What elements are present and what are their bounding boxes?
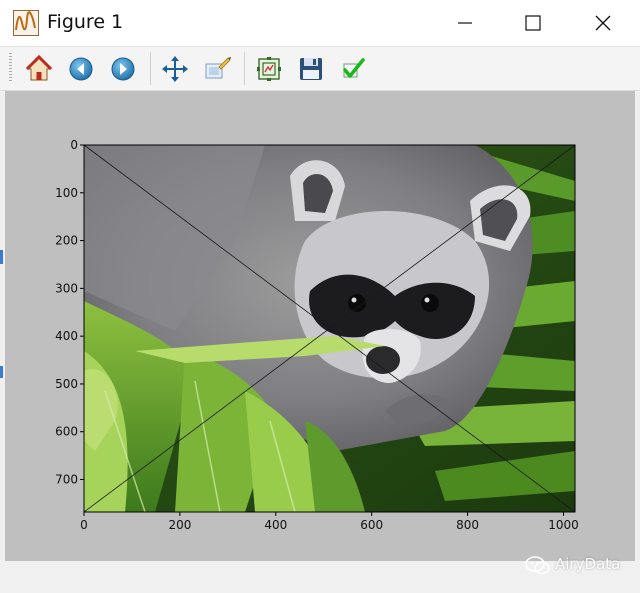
minimize-button[interactable] xyxy=(440,0,490,46)
figure-canvas[interactable]: 0 200 400 600 800 1000 0 100 200 300 400 500 600 700 xyxy=(5,91,635,561)
wechat-icon xyxy=(525,556,550,575)
maximize-icon xyxy=(525,15,541,31)
y-tick-label: 700 xyxy=(55,473,78,487)
x-tick-label: 400 xyxy=(264,518,287,532)
close-icon xyxy=(595,15,611,31)
zoom-button[interactable] xyxy=(202,54,232,84)
image-axes[interactable]: 0 200 400 600 800 1000 0 100 200 300 400 500 600 700 xyxy=(5,91,635,561)
navigation-toolbar xyxy=(0,47,640,91)
floppy-disk-icon xyxy=(300,58,322,80)
subplots-icon xyxy=(257,57,281,81)
move-arrows-icon xyxy=(162,56,188,82)
x-tick-label: 600 xyxy=(360,518,383,532)
y-tick-label: 300 xyxy=(55,281,78,295)
watermark-text: AiryData xyxy=(555,555,621,573)
y-tick-label: 0 xyxy=(70,138,78,152)
matplotlib-app-icon xyxy=(13,10,39,36)
x-tick-label: 800 xyxy=(456,518,479,532)
save-button[interactable] xyxy=(296,54,326,84)
y-tick-label: 600 xyxy=(55,425,78,439)
home-icon xyxy=(25,54,53,81)
window-title: Figure 1 xyxy=(47,11,124,33)
close-button[interactable] xyxy=(578,0,628,46)
y-tick-label: 400 xyxy=(55,329,78,343)
y-tick-label: 100 xyxy=(55,186,78,200)
x-tick-label: 200 xyxy=(168,518,191,532)
y-tick-label: 200 xyxy=(55,234,78,248)
configure-subplots-button[interactable] xyxy=(254,54,284,84)
toolbar-separator xyxy=(150,52,151,85)
back-button[interactable] xyxy=(66,54,96,84)
y-tick-label: 500 xyxy=(55,377,78,391)
maximize-button[interactable] xyxy=(508,0,558,46)
arrow-left-icon xyxy=(69,57,93,81)
edit-parameters-button[interactable] xyxy=(338,54,368,84)
home-button[interactable] xyxy=(24,54,54,84)
checkmark-icon xyxy=(343,58,365,78)
figure-window: Figure 1 0 200 400 600 800 1000 0 100 20… xyxy=(0,0,640,593)
toolbar-separator xyxy=(244,52,245,85)
x-tick-label: 0 xyxy=(80,518,88,532)
forward-button[interactable] xyxy=(108,54,138,84)
zoom-rect-icon xyxy=(205,57,231,79)
minimize-icon xyxy=(458,22,472,24)
pan-button[interactable] xyxy=(160,54,190,84)
x-tick-label: 1000 xyxy=(548,518,579,532)
arrow-right-icon xyxy=(111,57,135,81)
toolbar-grip[interactable] xyxy=(9,53,12,83)
title-bar[interactable]: Figure 1 xyxy=(0,0,640,47)
window-resize-edge[interactable] xyxy=(0,240,4,380)
